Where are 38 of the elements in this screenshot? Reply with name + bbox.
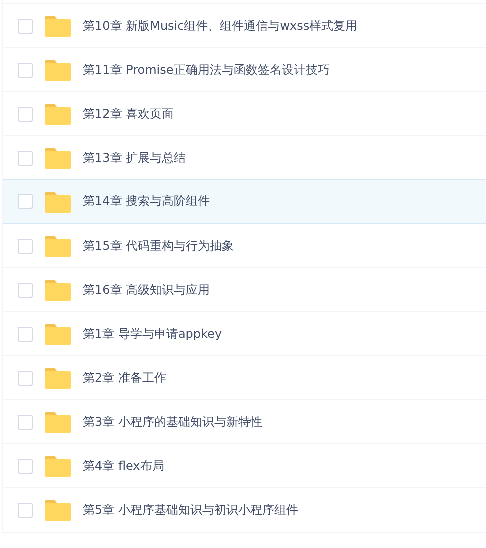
- checkbox[interactable]: [18, 150, 33, 166]
- checkbox[interactable]: [18, 18, 33, 34]
- checkbox[interactable]: [18, 106, 33, 122]
- file-row[interactable]: 第14章 搜索与高阶组件: [3, 179, 486, 224]
- checkbox[interactable]: [18, 414, 33, 430]
- checkbox[interactable]: [18, 502, 33, 518]
- folder-name[interactable]: 第2章 准备工作: [83, 370, 166, 386]
- folder-name[interactable]: 第11章 Promise正确用法与函数签名设计技巧: [83, 62, 330, 78]
- checkbox[interactable]: [18, 458, 33, 474]
- folder-name[interactable]: 第16章 高级知识与应用: [83, 282, 210, 298]
- folder-icon: [45, 455, 71, 477]
- checkbox[interactable]: [18, 282, 33, 298]
- folder-icon: [45, 15, 71, 37]
- checkbox[interactable]: [18, 62, 33, 78]
- checkbox[interactable]: [18, 326, 33, 342]
- folder-name[interactable]: 第1章 导学与申请appkey: [83, 326, 222, 342]
- folder-icon: [45, 103, 71, 125]
- folder-icon: [45, 59, 71, 81]
- folder-name[interactable]: 第13章 扩展与总结: [83, 150, 186, 166]
- folder-name[interactable]: 第12章 喜欢页面: [83, 106, 174, 122]
- folder-icon: [45, 323, 71, 345]
- folder-name[interactable]: 第15章 代码重构与行为抽象: [83, 238, 234, 254]
- folder-name[interactable]: 第5章 小程序基础知识与初识小程序组件: [83, 502, 298, 518]
- folder-name[interactable]: 第10章 新版Music组件、组件通信与wxss样式复用: [83, 18, 358, 34]
- folder-name[interactable]: 第4章 flex布局: [83, 458, 164, 474]
- checkbox[interactable]: [18, 194, 33, 209]
- folder-icon: [45, 411, 71, 433]
- folder-icon: [45, 190, 71, 212]
- folder-name[interactable]: 第14章 搜索与高阶组件: [83, 193, 210, 210]
- folder-icon: [45, 367, 71, 389]
- folder-icon: [45, 147, 71, 169]
- folder-icon: [45, 235, 71, 257]
- checkbox[interactable]: [18, 370, 33, 386]
- folder-icon: [45, 279, 71, 301]
- checkbox[interactable]: [18, 238, 33, 254]
- folder-name[interactable]: 第3章 小程序的基础知识与新特性: [83, 414, 262, 430]
- folder-icon: [45, 499, 71, 521]
- file-row[interactable]: 第5章 小程序基础知识与初识小程序组件: [3, 487, 486, 533]
